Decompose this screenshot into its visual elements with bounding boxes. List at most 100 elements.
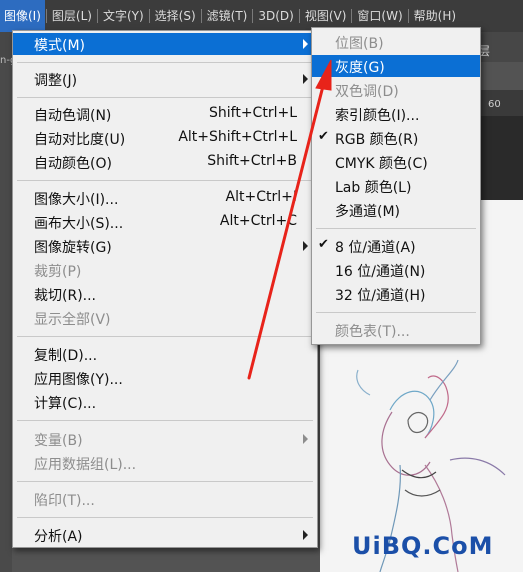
menu-item-label: RGB 颜色(R) — [335, 132, 419, 148]
menu-item-label: 自动对比度(U) — [34, 132, 126, 148]
watermark-text: UiBQ.CoM — [352, 532, 494, 560]
menu-item-duplicate[interactable]: 复制(D)... — [13, 343, 317, 365]
menu-separator — [351, 9, 353, 23]
menu-separator — [252, 9, 254, 23]
menu-item-label: 裁剪(P) — [34, 264, 82, 280]
menu-item-canvas-size[interactable]: 画布大小(S)... Alt+Ctrl+C — [13, 211, 317, 233]
menu-item-label: 应用数据组(L)... — [34, 457, 137, 473]
menu-item-label: Lab 颜色(L) — [335, 180, 412, 196]
menu-item-label: 计算(C)... — [34, 396, 97, 412]
menu-item-variables[interactable]: 变量(B) — [13, 428, 317, 450]
ruler-tick-label: 60 — [488, 99, 501, 110]
menu-image[interactable]: 图像(I) — [0, 0, 45, 32]
menu-divider — [17, 62, 313, 63]
menu-3d[interactable]: 3D(D) — [254, 0, 297, 32]
menu-divider — [316, 228, 476, 229]
submenu-arrow-icon — [303, 434, 308, 444]
menu-item-label: 图像旋转(G) — [34, 240, 112, 256]
menu-item-mode[interactable]: 模式(M) — [13, 33, 317, 55]
menu-type[interactable]: 文字(Y) — [99, 0, 148, 32]
menu-item-label: 复制(D)... — [34, 348, 98, 364]
menu-divider — [17, 180, 313, 181]
mode-item-rgb-color[interactable]: ✔ RGB 颜色(R) — [312, 127, 480, 149]
menu-item-label: 裁切(R)... — [34, 288, 97, 304]
photoshop-window: 图像(I) 图层(L) 文字(Y) 选择(S) 滤镜(T) 3D(D) 视图(V… — [0, 0, 523, 572]
mode-item-32-bit[interactable]: 32 位/通道(H) — [312, 283, 480, 305]
menu-layer[interactable]: 图层(L) — [48, 0, 96, 32]
menu-divider — [316, 312, 476, 313]
menu-item-label: 调整(J) — [34, 73, 78, 89]
mode-item-8-bit[interactable]: ✔ 8 位/通道(A) — [312, 235, 480, 257]
menu-item-shortcut: Alt+Ctrl+I — [225, 189, 297, 205]
image-menu-dropdown: 模式(M) 调整(J) 自动色调(N) Shift+Ctrl+L 自动对比度(U… — [12, 30, 318, 548]
menu-item-shortcut: Alt+Ctrl+C — [219, 213, 297, 229]
menu-item-calculations[interactable]: 计算(C)... — [13, 391, 317, 413]
menu-item-shortcut: Shift+Ctrl+L — [209, 105, 297, 121]
menu-item-auto-tone[interactable]: 自动色调(N) Shift+Ctrl+L — [13, 103, 317, 125]
mode-item-duotone[interactable]: 双色调(D) — [312, 79, 480, 101]
menu-divider — [17, 481, 313, 482]
menu-item-analysis[interactable]: 分析(A) — [13, 524, 317, 546]
menu-item-shortcut: Alt+Shift+Ctrl+L — [178, 129, 297, 145]
menu-item-label: 位图(B) — [335, 36, 384, 52]
menu-item-label: 32 位/通道(H) — [335, 288, 426, 304]
menu-separator — [407, 9, 409, 23]
menu-item-adjustments[interactable]: 调整(J) — [13, 68, 317, 90]
mode-item-grayscale[interactable]: 灰度(G) — [312, 55, 480, 77]
menu-item-label: 颜色表(T)... — [335, 324, 410, 340]
menu-item-trim[interactable]: 裁切(R)... — [13, 283, 317, 305]
mode-item-bitmap[interactable]: 位图(B) — [312, 31, 480, 53]
menu-item-apply-data-set[interactable]: 应用数据组(L)... — [13, 452, 317, 474]
menu-item-label: 图像大小(I)... — [34, 192, 119, 208]
submenu-arrow-icon — [303, 241, 308, 251]
menu-item-label: 8 位/通道(A) — [335, 240, 416, 256]
menu-item-label: 自动颜色(O) — [34, 156, 112, 172]
menu-separator — [148, 9, 150, 23]
menu-item-trap[interactable]: 陷印(T)... — [13, 488, 317, 510]
submenu-arrow-icon — [303, 74, 308, 84]
menu-item-label: 多通道(M) — [335, 204, 401, 220]
menu-separator — [45, 9, 47, 23]
mode-item-cmyk-color[interactable]: CMYK 颜色(C) — [312, 151, 480, 173]
menu-item-auto-contrast[interactable]: 自动对比度(U) Alt+Shift+Ctrl+L — [13, 127, 317, 149]
menu-item-label: 模式(M) — [34, 38, 86, 54]
menu-item-label: 画布大小(S)... — [34, 216, 124, 232]
menu-item-image-size[interactable]: 图像大小(I)... Alt+Ctrl+I — [13, 187, 317, 209]
menu-filter[interactable]: 滤镜(T) — [203, 0, 252, 32]
menu-separator — [298, 9, 300, 23]
menu-item-label: 自动色调(N) — [34, 108, 112, 124]
submenu-arrow-icon — [303, 530, 308, 540]
menu-item-apply-image[interactable]: 应用图像(Y)... — [13, 367, 317, 389]
menu-item-auto-color[interactable]: 自动颜色(O) Shift+Ctrl+B — [13, 151, 317, 173]
menu-item-label: 索引颜色(I)... — [335, 108, 420, 124]
menu-item-crop[interactable]: 裁剪(P) — [13, 259, 317, 281]
menu-item-label: 应用图像(Y)... — [34, 372, 123, 388]
mode-submenu: 位图(B) 灰度(G) 双色调(D) 索引颜色(I)... ✔ RGB 颜色(R… — [311, 27, 481, 345]
menu-divider — [17, 517, 313, 518]
submenu-arrow-icon — [303, 39, 308, 49]
checkmark-icon: ✔ — [318, 237, 329, 252]
toolbar-strip — [0, 62, 12, 572]
menu-item-shortcut: Shift+Ctrl+B — [207, 153, 297, 169]
mode-item-16-bit[interactable]: 16 位/通道(N) — [312, 259, 480, 281]
menu-select[interactable]: 选择(S) — [151, 0, 200, 32]
checkmark-icon: ✔ — [318, 129, 329, 144]
menu-item-label: 灰度(G) — [335, 60, 385, 76]
menu-item-image-rotation[interactable]: 图像旋转(G) — [13, 235, 317, 257]
menu-item-label: 变量(B) — [34, 433, 83, 449]
mode-item-lab-color[interactable]: Lab 颜色(L) — [312, 175, 480, 197]
menu-item-label: 显示全部(V) — [34, 312, 111, 328]
menu-item-label: 陷印(T)... — [34, 493, 95, 509]
menu-divider — [17, 97, 313, 98]
mode-item-color-table[interactable]: 颜色表(T)... — [312, 319, 480, 341]
menu-item-label: 分析(A) — [34, 529, 83, 545]
menu-item-label: 16 位/通道(N) — [335, 264, 426, 280]
menu-item-reveal-all[interactable]: 显示全部(V) — [13, 307, 317, 329]
mode-item-multichannel[interactable]: 多通道(M) — [312, 199, 480, 221]
mode-item-indexed-color[interactable]: 索引颜色(I)... — [312, 103, 480, 125]
menu-item-label: 双色调(D) — [335, 84, 399, 100]
menu-item-label: CMYK 颜色(C) — [335, 156, 428, 172]
menu-separator — [96, 9, 98, 23]
menu-divider — [17, 336, 313, 337]
menu-divider — [17, 420, 313, 421]
